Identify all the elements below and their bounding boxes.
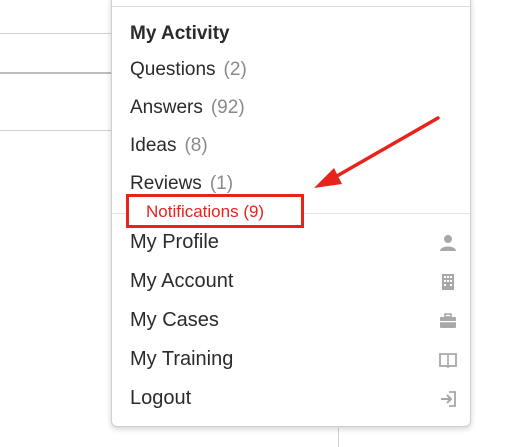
activity-count: (8) (184, 135, 208, 156)
menu-item-label: My Account (130, 270, 234, 292)
menu-item-label: My Cases (130, 309, 219, 331)
activity-count: (2) (223, 59, 247, 80)
activity-label: Answers (130, 97, 203, 118)
background-divider (0, 130, 112, 131)
menu-item-logout[interactable]: Logout (130, 387, 458, 413)
activity-item-reviews[interactable]: Reviews (1) (130, 173, 233, 195)
menu-item-label: My Training (130, 348, 234, 370)
annotation-arrow-icon (314, 116, 440, 188)
background-divider (338, 428, 339, 447)
background-divider (0, 72, 112, 74)
activity-count: (1) (209, 173, 234, 194)
book-icon (438, 350, 458, 370)
menu-item-my-profile[interactable]: My Profile (130, 231, 458, 257)
menu-top-divider (112, 6, 470, 7)
my-activity-heading: My Activity (130, 23, 230, 44)
user-icon (438, 233, 458, 253)
activity-label: Ideas (130, 135, 177, 156)
building-icon (438, 272, 458, 292)
menu-item-my-training[interactable]: My Training (130, 348, 458, 374)
activity-label: Questions (130, 59, 216, 80)
menu-item-label: My Profile (130, 231, 219, 253)
notifications-highlight-box[interactable]: Notifications (9) (126, 194, 304, 228)
activity-item-ideas[interactable]: Ideas (8) (130, 135, 208, 157)
activity-item-answers[interactable]: Answers (92) (130, 97, 245, 119)
activity-count: (92) (210, 97, 245, 118)
activity-item-questions[interactable]: Questions (2) (130, 59, 247, 81)
briefcase-icon (438, 311, 458, 331)
logout-icon (438, 389, 458, 409)
notifications-link[interactable]: Notifications (9) (146, 202, 264, 222)
menu-item-label: Logout (130, 387, 192, 409)
activity-label: Reviews (130, 173, 202, 194)
menu-item-my-cases[interactable]: My Cases (130, 309, 458, 335)
background-divider (0, 33, 112, 34)
menu-item-my-account[interactable]: My Account (130, 270, 458, 296)
